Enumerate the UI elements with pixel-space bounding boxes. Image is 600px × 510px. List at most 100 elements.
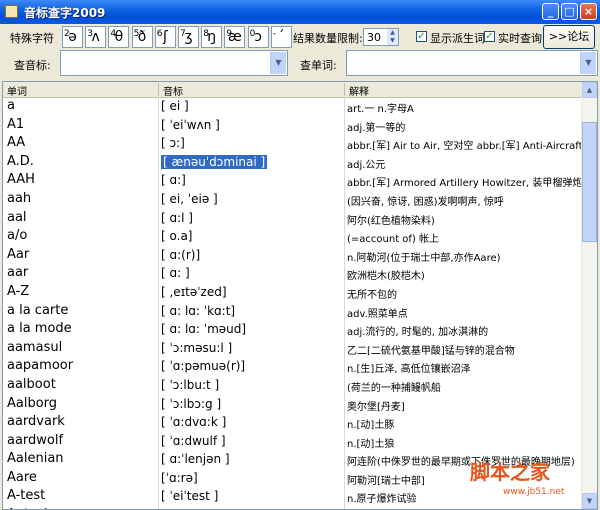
chevron-down-icon[interactable]: ▼ — [270, 52, 286, 74]
maximize-button[interactable]: □ — [561, 3, 578, 20]
definition-cell: 乙二[二硫代氨基甲酸]锰与锌的混合物 — [347, 345, 515, 357]
result-limit-spinner[interactable]: 30 ▲ ▼ — [363, 28, 399, 46]
definition-cell: adj.公元 — [347, 159, 386, 171]
symbol-button[interactable]: -ˊ — [270, 26, 292, 48]
word-cell: aar — [7, 265, 29, 281]
symbol-button[interactable]: 2ə — [62, 26, 83, 48]
phonetic-cell: [ ɑ: lɑ: ˈməud] — [161, 322, 247, 337]
chevron-down-icon[interactable]: ▼ — [580, 52, 596, 74]
table-row[interactable]: aalboot [ ˈɔ:lbu:t ] (荷兰的一种捕鳗帆船 — [3, 376, 584, 395]
table-row[interactable]: a la mode [ ɑ: lɑ: ˈməud] adj.流行的, 时髦的, 加冰… — [3, 320, 584, 339]
word-cell: aapamoor — [7, 358, 74, 374]
table-row[interactable]: Aateck[ ˈætek ]福代硫(杀菌剂) — [3, 506, 584, 509]
forum-button[interactable]: >>论坛 — [543, 25, 595, 49]
word-cell: A-test — [7, 488, 46, 504]
word-cell: Aalborg — [7, 395, 58, 411]
phonetic-search-input[interactable]: ▼ — [60, 50, 288, 76]
phonetic-cell: [ ɑ:] — [161, 173, 186, 188]
column-header-word[interactable]: 单词 — [7, 83, 27, 98]
phonetic-cell: [ ,eɪtəˈzed] — [161, 284, 227, 299]
app-icon — [5, 5, 18, 18]
definition-cell: adv.照菜单点 — [347, 308, 408, 320]
toolbar: 特殊字符 2ə3ʌ4θ5ð6ʃ7ʒ8ŋ9æ0ɔ-ˊ 结果数量限制: 30 ▲ ▼ … — [0, 24, 600, 50]
table-row[interactable]: A.D. [ ænəuˈdɔminai ] adj.公元 — [3, 153, 584, 172]
symbol-button[interactable]: 4θ — [108, 26, 130, 48]
phonetic-cell: [ ɔ:] — [161, 136, 185, 151]
column-divider[interactable] — [158, 83, 159, 96]
symbol-key: 2 — [64, 29, 70, 39]
word-cell: Aar — [7, 246, 30, 262]
symbol-glyph: ɔ — [254, 29, 262, 45]
table-row[interactable]: A-Z [ ,eɪtəˈzed] 无所不包的 — [3, 283, 584, 302]
word-cell: A1 — [7, 116, 25, 132]
live-query-checkbox[interactable]: ✓ — [484, 31, 495, 42]
definition-cell: 奥尔堡[丹麦] — [347, 401, 405, 413]
phonetic-cell: [ ɑ:(r)] — [161, 247, 201, 262]
word-cell: aamasul — [7, 339, 63, 355]
table-row[interactable]: a la carte [ ɑ: lɑ: ˈkɑ:t] adv.照菜单点 — [3, 302, 584, 321]
symbol-key: 5 — [133, 29, 140, 39]
phonetic-cell: [ ɑ:ˈlenjən ] — [161, 452, 230, 467]
minimize-button[interactable]: _ — [542, 3, 559, 20]
show-derived-checkbox[interactable]: ✓ — [416, 31, 427, 42]
symbol-key: 9 — [226, 29, 233, 39]
table-row[interactable]: A1 [ ˈeiˈwʌn ] adj.第一等的 — [3, 116, 584, 135]
table-row[interactable]: aamasul [ ˈɔ:məsu:l ] 乙二[二硫代氨基甲酸]锰与锌的混合物 — [3, 339, 584, 358]
spinner-arrows-icon[interactable]: ▲ ▼ — [387, 29, 398, 45]
column-header-definition[interactable]: 解释 — [349, 83, 369, 98]
phonetic-cell: [ ˈɑ:dwulf ] — [161, 433, 226, 448]
column-header-phonetic[interactable]: 音标 — [163, 83, 183, 98]
symbol-button[interactable]: 7ʒ — [178, 26, 199, 48]
phonetic-cell: [ ɑ: ] — [161, 266, 190, 281]
title-bar[interactable]: 音标查字2009 _ □ × — [0, 0, 600, 24]
table-row[interactable]: aal [ ɑ:l ] 阿尔(红色植物染料) — [3, 209, 584, 228]
table-row[interactable]: A-test[ ˈeiˈtest ] n.原子爆炸试验 — [3, 487, 584, 506]
word-search-input[interactable]: ▼ — [346, 50, 598, 76]
vertical-scrollbar[interactable]: ▲ ▼ — [581, 82, 597, 509]
watermark-logo: 脚本之家 — [470, 460, 550, 484]
scrollbar-thumb[interactable] — [582, 122, 597, 242]
phonetic-cell: [ ˈeiˈtest ] — [161, 489, 219, 504]
window-title: 音标查字2009 — [24, 6, 106, 20]
table-row[interactable]: a/o [ o.a] (=account of) 帐上 — [3, 227, 584, 246]
definition-cell: (荷兰的一种捕鳗帆船 — [347, 382, 441, 394]
symbol-button[interactable]: 8ŋ — [201, 26, 223, 48]
word-cell: a — [7, 98, 15, 113]
symbol-button[interactable]: 6ʃ — [154, 26, 176, 48]
table-row[interactable]: Aar [ ɑ:(r)] n.阿勒河(位于瑞士中部,亦作Aare) — [3, 246, 584, 265]
table-row[interactable]: a [ ei ] art.一 n.字母A — [3, 97, 584, 116]
phonetic-cell: [ ɑ:l ] — [161, 210, 193, 225]
search-row: 查音标: ▼ 查单词: ▼ — [0, 50, 600, 78]
special-chars-label: 特殊字符 — [10, 32, 54, 45]
symbol-glyph: ʃ — [162, 29, 168, 45]
phonetic-cell: [ ei ] — [161, 99, 189, 113]
table-row[interactable]: AA [ ɔ:] abbr.[军] Air to Air, 空对空 abbr.[军]… — [3, 134, 584, 153]
table-row[interactable]: AAH [ ɑ:] abbr.[军] Armored Artillery Howit… — [3, 171, 584, 190]
scroll-up-icon[interactable]: ▲ — [582, 82, 597, 98]
word-cell: A.D. — [7, 153, 34, 169]
table-row[interactable]: aapamoor [ ˈɑ:pəmuə(r)] n.[生]丘泽, 高低位镶嵌沼泽 — [3, 357, 584, 376]
word-cell: aalboot — [7, 376, 56, 392]
symbol-button[interactable]: 0ɔ — [247, 26, 269, 48]
word-cell: A-Z — [7, 283, 30, 299]
show-derived-label: 显示派生词 — [430, 32, 485, 45]
phonetic-cell: [ˈɑ:rə] — [161, 470, 198, 485]
column-divider[interactable] — [344, 83, 345, 96]
table-row[interactable]: aar [ ɑ: ] 欧洲桤木(胶桤木) — [3, 264, 584, 283]
table-row[interactable]: aardwolf [ ˈɑ:dwulf ] n.[动]土狼 — [3, 432, 584, 451]
definition-cell: n.阿勒河(位于瑞士中部,亦作Aare) — [347, 252, 501, 264]
close-button[interactable]: × — [580, 3, 597, 20]
table-row[interactable]: aah [ ei, ˈeiə ] (因兴奋, 惊讶, 困惑)发啊啊声, 惊呼 — [3, 190, 584, 209]
word-cell: a la mode — [7, 321, 72, 337]
phonetic-cell: [ ˈɔ:lbɔ:g ] — [161, 396, 222, 411]
result-limit-label: 结果数量限制: — [293, 32, 363, 45]
results-list[interactable]: 单词 音标 解释 a [ ei ] art.一 n.字母A A1 [ ˈeiˈwʌn ]… — [2, 81, 598, 510]
live-query-label: 实时查询 — [498, 32, 542, 45]
symbol-button[interactable]: 3ʌ — [85, 26, 107, 48]
table-row[interactable]: Aalborg [ ˈɔ:lbɔ:g ] 奥尔堡[丹麦] — [3, 395, 584, 414]
scroll-down-icon[interactable]: ▼ — [582, 493, 597, 509]
definition-cell: n.[动]土狼 — [347, 438, 395, 450]
symbol-button[interactable]: 5ð — [131, 26, 153, 48]
symbol-button[interactable]: 9æ — [224, 26, 246, 48]
table-row[interactable]: aardvark [ ˈɑ:dvɑ:k ] n.[动]土豚 — [3, 413, 584, 432]
